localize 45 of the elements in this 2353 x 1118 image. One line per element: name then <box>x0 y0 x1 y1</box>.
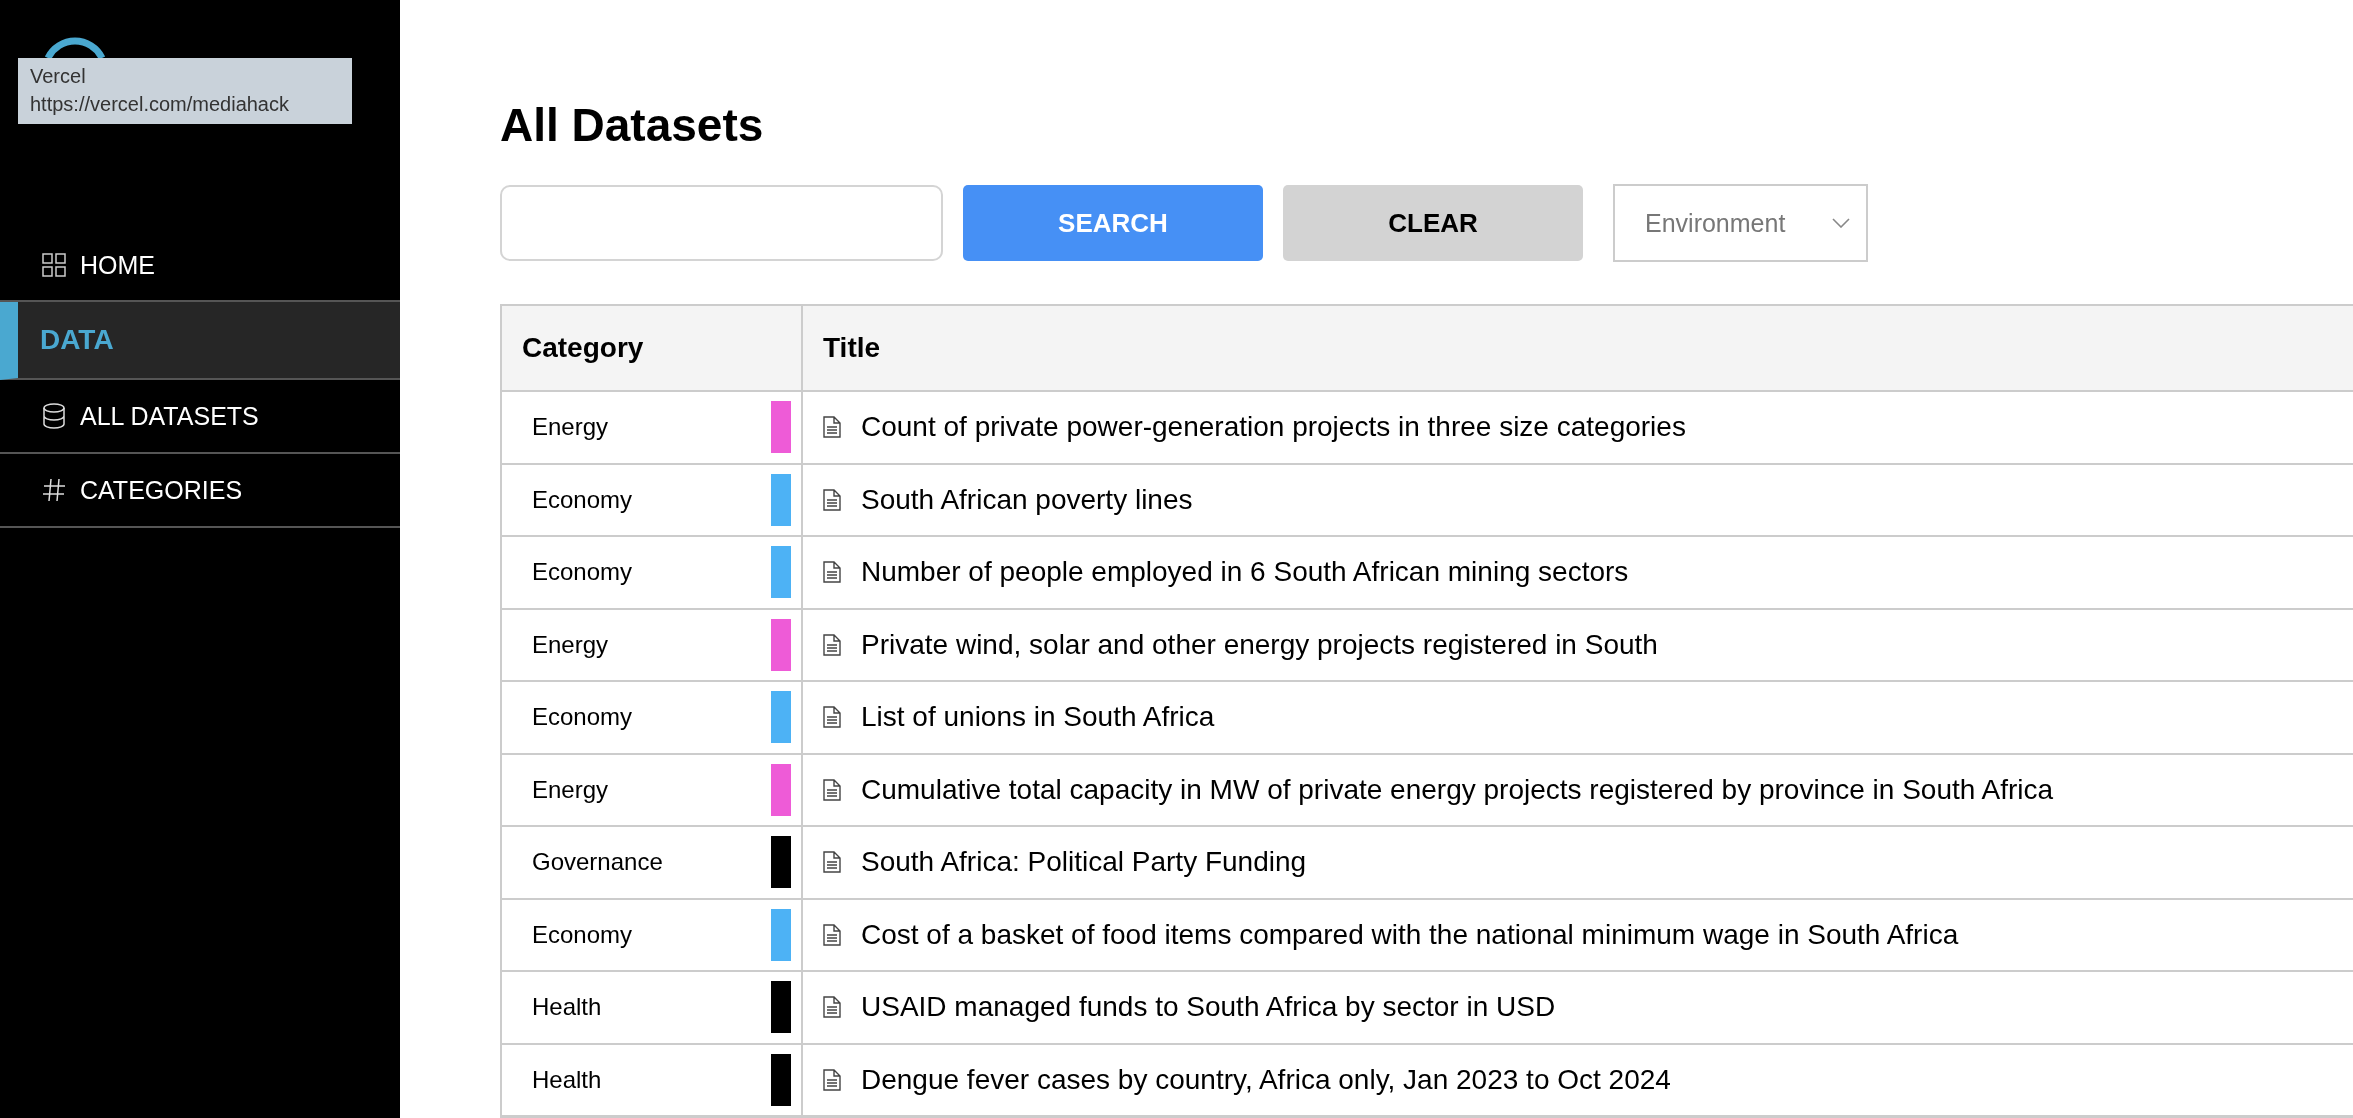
nav-item[interactable]: ALL DATASETS <box>0 380 400 454</box>
nav-item[interactable]: CATEGORIES <box>0 454 400 528</box>
document-icon <box>823 633 841 656</box>
document-icon <box>823 1068 841 1091</box>
category-cell: Energy <box>532 775 609 804</box>
category-cell: Economy <box>532 558 633 587</box>
hash-icon <box>42 478 66 502</box>
category-cell: Health <box>532 1065 602 1094</box>
chevron-down-icon <box>1832 218 1850 228</box>
tooltip-url: https://vercel.com/mediahack <box>30 92 290 117</box>
category-cell: Energy <box>532 413 609 442</box>
document-icon <box>823 706 841 729</box>
category-cell: Economy <box>532 703 633 732</box>
column-header: Category <box>502 306 803 390</box>
search-field[interactable] <box>500 185 943 261</box>
database-icon <box>42 403 66 429</box>
clear-button[interactable]: CLEAR <box>1283 185 1583 261</box>
dataset-title-link[interactable]: South Africa: Political Party Funding <box>861 846 1307 879</box>
nav-item[interactable]: DATA <box>0 302 400 380</box>
tooltip-title: Vercel <box>30 64 87 89</box>
dataset-title-link[interactable]: Cumulative total capacity in MW of private energy projects registered by province in South Africa <box>861 773 2054 806</box>
column-header: Title <box>822 331 882 365</box>
document-icon <box>823 851 841 874</box>
document-icon <box>823 416 841 439</box>
dataset-title-link[interactable]: South African poverty lines <box>861 483 1193 516</box>
category-cell: Economy <box>532 485 633 514</box>
dataset-title-link[interactable]: List of unions in South Africa <box>861 701 1215 734</box>
dataset-title-link[interactable]: Cost of a basket of food items compared with the national minimum wage in South Africa <box>861 918 1959 951</box>
category-cell: Governance <box>532 848 663 877</box>
document-icon <box>823 996 841 1019</box>
category-cell: Economy <box>532 920 633 949</box>
dataset-title-link[interactable]: Number of people employed in 6 South African mining sectors <box>861 556 1629 589</box>
document-icon <box>823 488 841 511</box>
grid-icon <box>42 253 66 277</box>
dataset-title-link[interactable]: USAID managed funds to South Africa by sector in USD <box>861 991 1556 1024</box>
dataset-title-link[interactable]: Dengue fever cases by country, Africa only, Jan 2023 to Oct 2024 <box>861 1063 1671 1096</box>
page-title: All Datasets <box>500 98 765 153</box>
document-icon <box>823 778 841 801</box>
category-dropdown[interactable]: Environment <box>1613 184 1868 262</box>
document-icon <box>823 561 841 584</box>
dataset-title-link[interactable]: Count of private power-generation projects in three size categories <box>861 411 1686 444</box>
dataset-title-link[interactable]: Private wind, solar and other energy projects registered in South <box>861 628 1658 661</box>
category-cell: Health <box>532 993 602 1022</box>
document-icon <box>823 923 841 946</box>
category-cell: Energy <box>532 630 609 659</box>
